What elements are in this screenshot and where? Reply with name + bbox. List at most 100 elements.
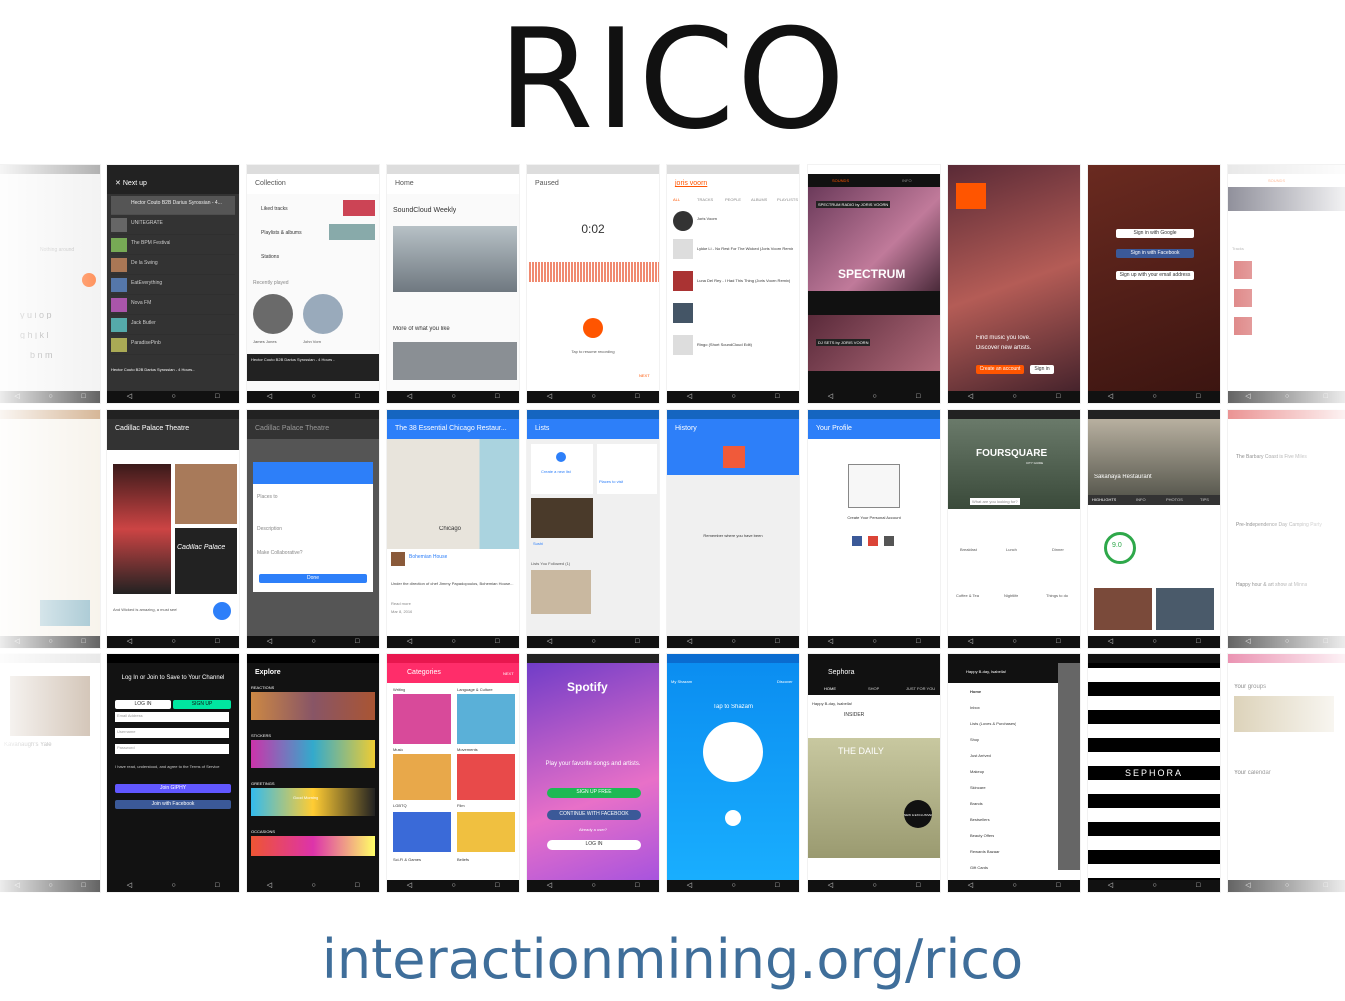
category-coffee[interactable]: Coffee & Tea: [956, 592, 979, 599]
avatar[interactable]: [253, 294, 293, 334]
category-nightlife[interactable]: Nightlife: [1004, 592, 1018, 599]
nav-button[interactable]: ◁: [267, 880, 272, 892]
search-input[interactable]: joris voorn: [667, 174, 799, 194]
done-button[interactable]: Done: [259, 574, 367, 583]
nav-button[interactable]: ○: [872, 636, 876, 648]
nav-button[interactable]: ◁: [14, 880, 19, 892]
avatar[interactable]: [303, 294, 343, 334]
nav-button[interactable]: □: [916, 880, 920, 892]
list-item[interactable]: De la Swing: [131, 260, 158, 267]
list-card[interactable]: Places to visit: [599, 478, 623, 485]
camera-icon[interactable]: [725, 810, 741, 826]
sign-up-button[interactable]: SIGN UP FREE: [547, 788, 641, 798]
category-tile[interactable]: [393, 812, 451, 852]
list-item[interactable]: Luna Del Rey - I Had This Thing (Joris V…: [697, 277, 793, 284]
nav-button[interactable]: ○: [1012, 636, 1016, 648]
menu-item[interactable]: Lists (Loves & Purchases): [970, 720, 1016, 727]
nav-button[interactable]: □: [916, 636, 920, 648]
nav-button[interactable]: ◁: [968, 636, 973, 648]
tab-shop[interactable]: SHOP: [868, 685, 879, 692]
description-input[interactable]: Description: [257, 526, 282, 533]
list-name-input[interactable]: Places to: [257, 494, 278, 501]
nav-button[interactable]: ◁: [127, 391, 132, 403]
nav-button[interactable]: □: [916, 391, 920, 403]
nav-button[interactable]: ◁: [1245, 391, 1250, 403]
tab-people[interactable]: PEOPLE: [725, 196, 741, 203]
nav-button[interactable]: ◁: [127, 880, 132, 892]
artwork[interactable]: [393, 226, 517, 292]
add-icon[interactable]: [556, 452, 566, 462]
nav-button[interactable]: ○: [1152, 391, 1156, 403]
place-name[interactable]: Bohemian House: [409, 554, 447, 561]
tab-highlights[interactable]: HIGHLIGHTS: [1092, 496, 1116, 503]
nav-button[interactable]: ◁: [547, 880, 552, 892]
nav-button[interactable]: ○: [48, 636, 52, 648]
nav-button[interactable]: ○: [591, 880, 595, 892]
nav-button[interactable]: ◁: [14, 636, 19, 648]
nav-button[interactable]: □: [355, 391, 359, 403]
menu-item[interactable]: Brands: [970, 800, 983, 807]
tab-playlists[interactable]: PLAYLISTS: [777, 196, 798, 203]
nav-button[interactable]: □: [215, 880, 219, 892]
nav-button[interactable]: ◁: [267, 391, 272, 403]
collaborative-toggle[interactable]: Make Collaborative?: [257, 550, 303, 557]
google-icon[interactable]: [868, 536, 878, 546]
tab-info[interactable]: INFO: [902, 177, 912, 184]
nav-button[interactable]: ◁: [687, 636, 692, 648]
nav-button[interactable]: □: [355, 636, 359, 648]
list-item[interactable]: Hector Couto B2B Darius Syrossian - 4...: [131, 200, 222, 207]
nav-button[interactable]: □: [1324, 636, 1328, 648]
tag[interactable]: Good Morning: [293, 794, 318, 801]
tab-just-for-you[interactable]: JUST FOR YOU: [906, 685, 935, 692]
create-list-button[interactable]: Create a new list: [541, 468, 571, 475]
username-field[interactable]: Username: [115, 728, 229, 738]
nav-button[interactable]: □: [1324, 391, 1328, 403]
nav-button[interactable]: ○: [731, 391, 735, 403]
nav-button[interactable]: ○: [1285, 391, 1289, 403]
join-giphy-button[interactable]: Join GIPHY: [115, 784, 231, 793]
nav-button[interactable]: ◁: [1245, 880, 1250, 892]
nav-button[interactable]: □: [495, 636, 499, 648]
list-item[interactable]: Joris Voorn: [697, 215, 717, 222]
nav-button[interactable]: ◁: [1245, 636, 1250, 648]
menu-item[interactable]: Makeup: [970, 768, 984, 775]
nav-button[interactable]: ◁: [127, 636, 132, 648]
category-tile[interactable]: [393, 694, 451, 744]
list-item[interactable]: UNITEGRATE: [131, 220, 163, 227]
nav-button[interactable]: □: [495, 880, 499, 892]
log-in-button[interactable]: LOG IN: [547, 840, 641, 850]
nav-button[interactable]: ○: [311, 636, 315, 648]
menu-item[interactable]: Inbox: [970, 704, 980, 711]
nav-button[interactable]: □: [81, 636, 85, 648]
tab-sounds[interactable]: SOUNDS: [832, 177, 849, 184]
category-dinner[interactable]: Dinner: [1052, 546, 1064, 553]
nav-button[interactable]: ◁: [407, 880, 412, 892]
nav-button[interactable]: □: [1196, 636, 1200, 648]
nav-button[interactable]: ◁: [547, 636, 552, 648]
nav-button[interactable]: ○: [171, 880, 175, 892]
next-button[interactable]: NEXT: [639, 372, 650, 379]
nav-button[interactable]: ◁: [828, 880, 833, 892]
stations[interactable]: Stations: [261, 254, 279, 261]
nav-button[interactable]: ○: [1152, 880, 1156, 892]
tab-albums[interactable]: ALBUMS: [751, 196, 767, 203]
list-item[interactable]: The BPM Festival: [131, 240, 170, 247]
list-item[interactable]: The Barbary Coast is Five Miles: [1236, 454, 1307, 461]
my-shazam-button[interactable]: My Shazam: [671, 678, 692, 685]
liked-tracks[interactable]: Liked tracks: [261, 206, 288, 213]
google-sign-in-button[interactable]: Sign in with Google: [1116, 229, 1194, 238]
nav-button[interactable]: ◁: [687, 880, 692, 892]
discover-button[interactable]: Discover: [777, 678, 793, 685]
password-field[interactable]: Password: [115, 744, 229, 754]
menu-item[interactable]: Bestsellers: [970, 816, 990, 823]
nav-button[interactable]: ○: [171, 636, 175, 648]
nav-button[interactable]: ◁: [828, 391, 833, 403]
menu-item[interactable]: Shop: [970, 736, 979, 743]
menu-item[interactable]: Skincare: [970, 784, 986, 791]
nav-button[interactable]: ○: [311, 880, 315, 892]
nav-button[interactable]: ○: [591, 391, 595, 403]
nav-button[interactable]: ○: [731, 880, 735, 892]
category-things-to-do[interactable]: Things to do: [1046, 592, 1068, 599]
terms-checkbox[interactable]: I have read, understood, and agree to th…: [115, 764, 231, 769]
list-item[interactable]: EatEverything: [131, 280, 162, 287]
